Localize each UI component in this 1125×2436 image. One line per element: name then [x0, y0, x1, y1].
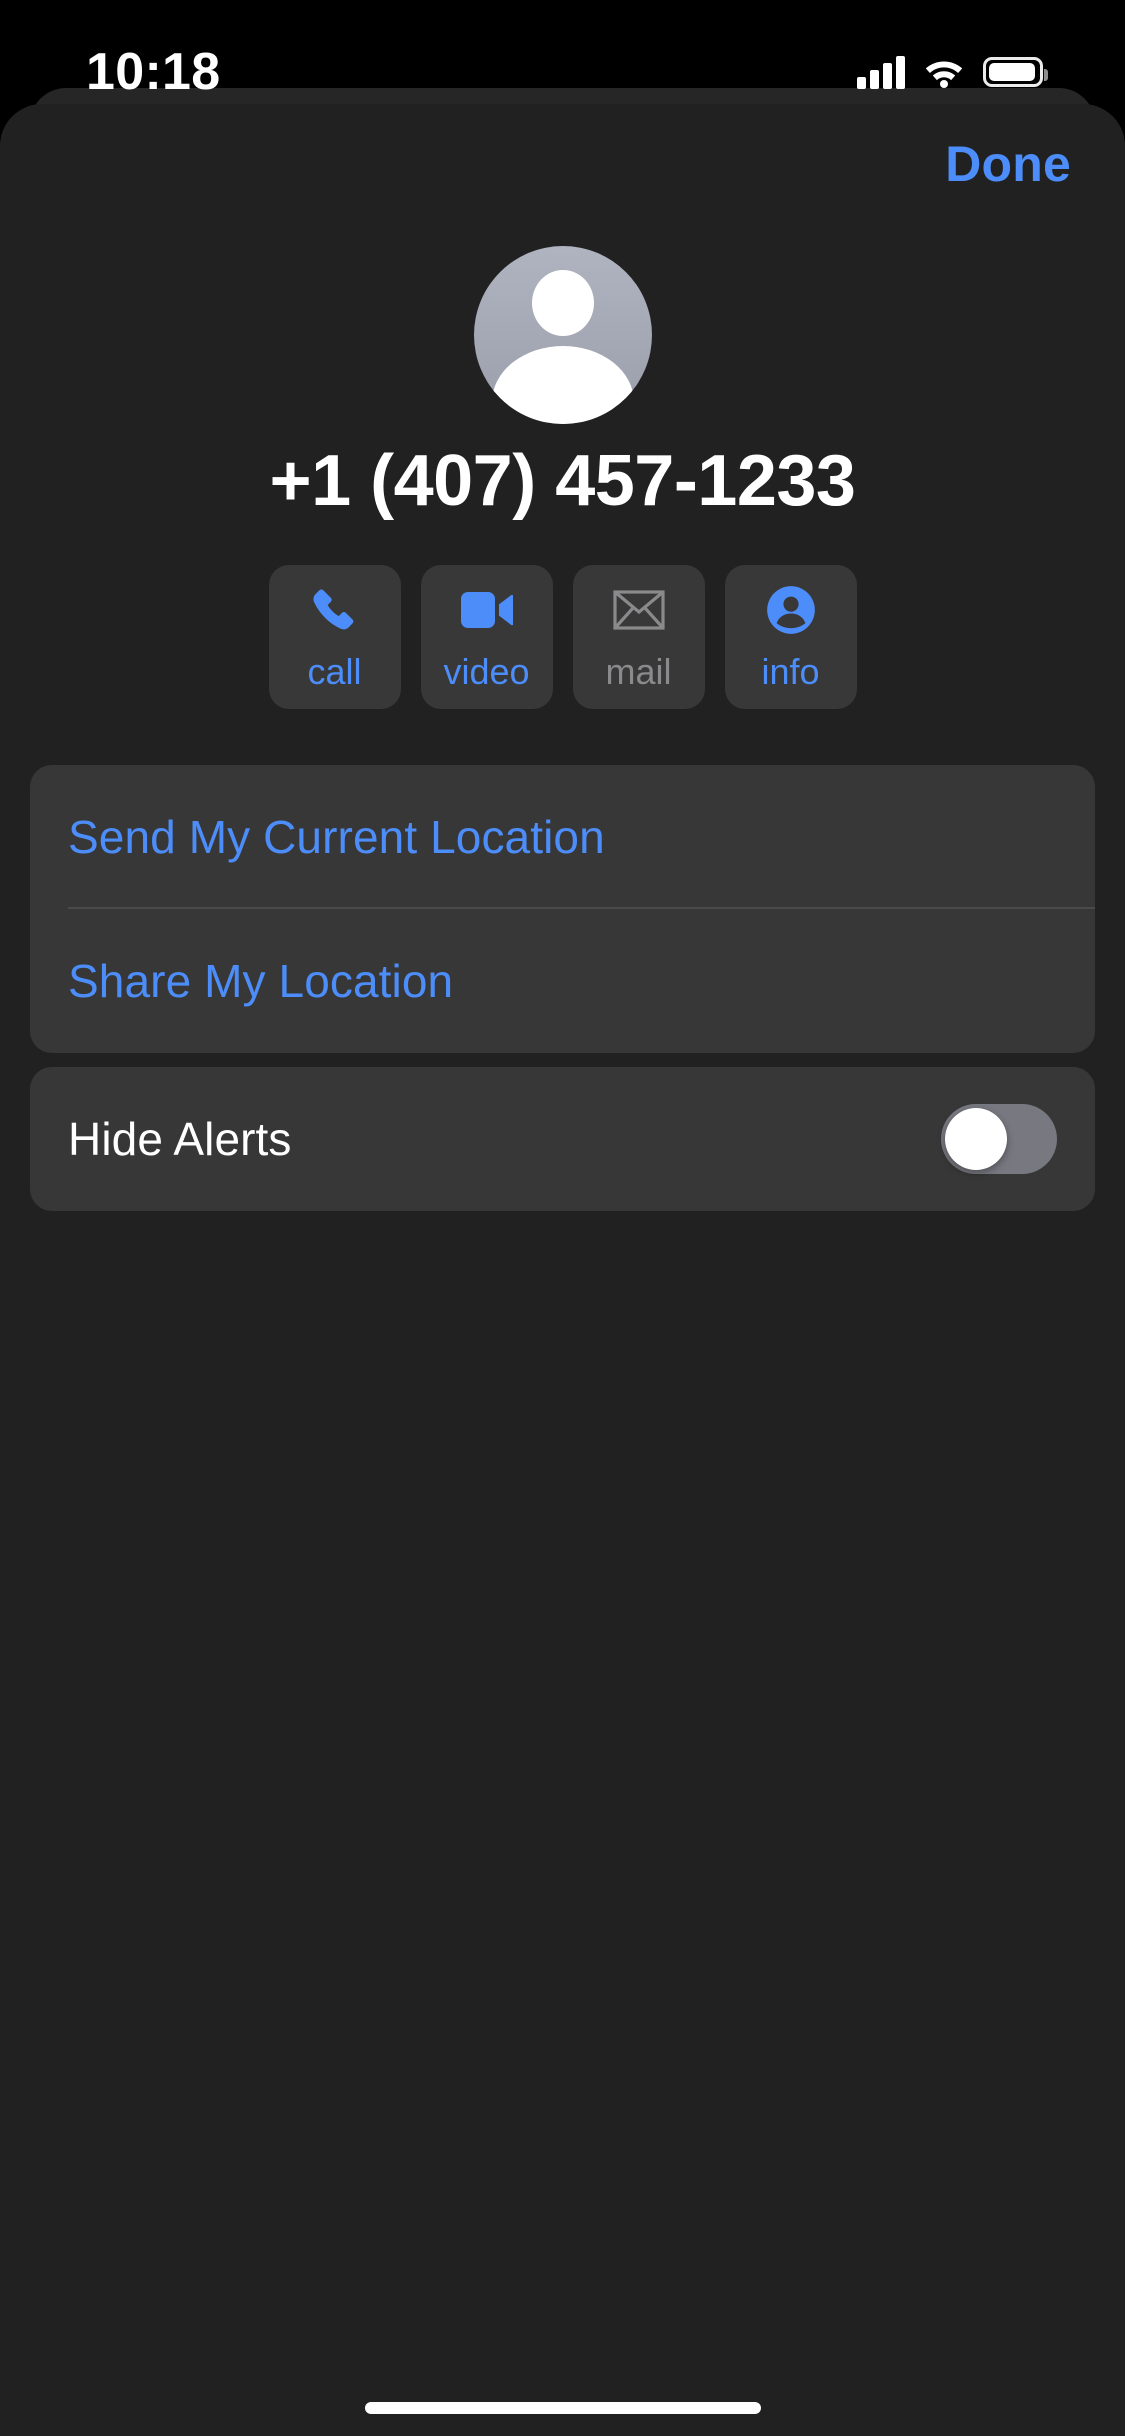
call-button-label: call [307, 650, 362, 692]
avatar-container [0, 246, 1125, 424]
person-circle-icon [765, 584, 817, 636]
mail-button-label: mail [605, 650, 672, 692]
hide-alerts-label: Hide Alerts [68, 1112, 292, 1165]
send-my-current-location-label: Send My Current Location [68, 810, 605, 863]
avatar-body-shape [491, 346, 634, 424]
mail-button[interactable]: mail [572, 564, 705, 709]
info-button-label: info [761, 650, 820, 692]
status-bar-indicators [857, 55, 1048, 89]
status-bar-time: 10:18 [86, 43, 221, 101]
cellular-bars-icon [857, 55, 905, 89]
contact-phone-number: +1 (407) 457-1233 [269, 441, 856, 521]
location-options-group: Send My Current Location Share My Locati… [30, 764, 1095, 1053]
hide-alerts-row[interactable]: Hide Alerts [30, 1067, 1095, 1211]
battery-full-icon [983, 57, 1048, 87]
toggle-knob [945, 1107, 1007, 1170]
home-indicator[interactable] [364, 2402, 761, 2414]
video-button[interactable]: video [420, 564, 553, 709]
wifi-icon [925, 61, 963, 88]
send-my-current-location-row[interactable]: Send My Current Location [30, 765, 1095, 909]
default-contact-avatar-icon[interactable] [473, 246, 652, 424]
hide-alerts-toggle[interactable] [941, 1103, 1057, 1174]
status-bar: 10:18 [0, 0, 1125, 132]
video-button-label: video [443, 650, 530, 692]
video-camera-icon [460, 584, 513, 636]
share-my-location-label: Share My Location [68, 954, 454, 1007]
info-button[interactable]: info [724, 564, 857, 709]
contact-action-row: call video mail info [0, 564, 1125, 709]
avatar-head-shape [531, 270, 594, 336]
phone-icon [309, 584, 361, 636]
hide-alerts-group: Hide Alerts [30, 1066, 1095, 1211]
contact-details-sheet: Done +1 (407) 457-1233 call video mail i… [0, 104, 1125, 2436]
phone-screen: 10:18 Done +1 (407) 457-1233 call video … [0, 0, 1125, 2436]
call-button[interactable]: call [268, 564, 401, 709]
done-button[interactable]: Done [935, 127, 1081, 201]
share-my-location-row[interactable]: Share My Location [30, 909, 1095, 1053]
envelope-icon [612, 584, 665, 636]
